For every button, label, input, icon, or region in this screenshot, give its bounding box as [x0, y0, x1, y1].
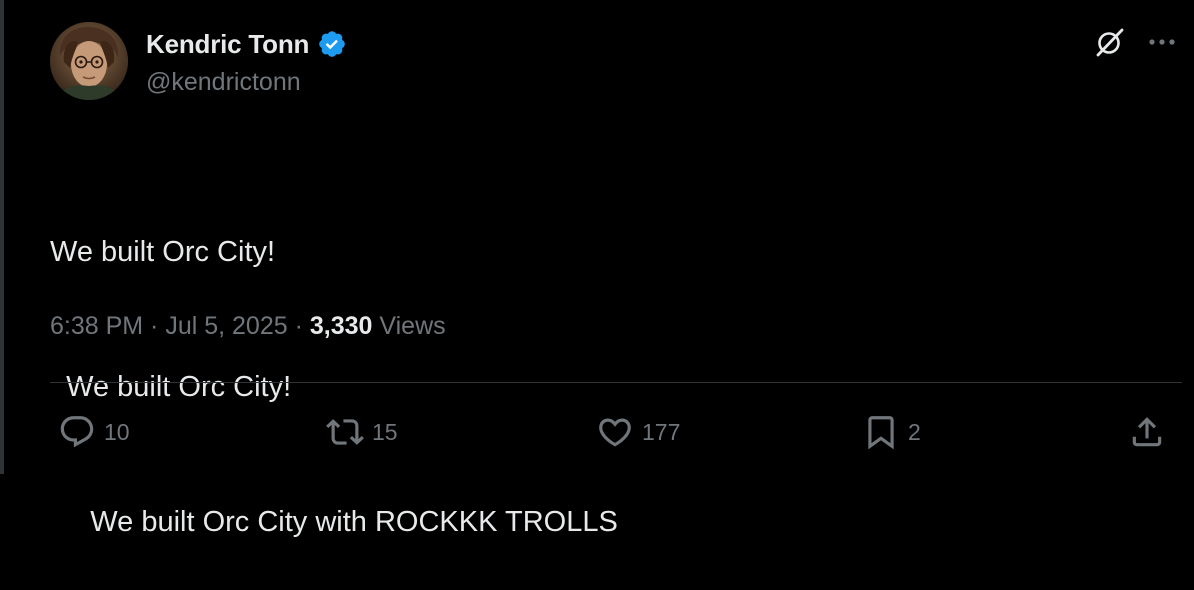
views-count: 3,330	[309, 312, 373, 340]
tweet-text-line: We built Orc City!	[50, 371, 292, 403]
divider	[50, 382, 1182, 383]
heart-icon	[599, 418, 631, 447]
verified-badge-icon[interactable]	[317, 29, 347, 59]
share-button[interactable]	[1128, 412, 1166, 452]
like-count: 177	[642, 418, 681, 445]
tweet-text: We built Orc City! We built Orc City! We…	[50, 140, 618, 590]
views-label: Views	[372, 312, 446, 340]
tweet-date[interactable]: Jul 5, 2025	[165, 312, 287, 341]
meta-separator: ·	[287, 312, 310, 340]
tweet-time[interactable]: 6:38 PM	[50, 312, 143, 341]
reply-count: 10	[104, 418, 130, 445]
author-display-name[interactable]: Kendric Tonn	[146, 29, 309, 60]
avatar-image	[50, 22, 128, 100]
bookmark-count: 2	[908, 418, 921, 445]
tweet-text-line: We built Orc City!	[50, 236, 276, 268]
author-name-row: Kendric Tonn	[146, 28, 347, 60]
bookmark-button[interactable]: 2	[862, 412, 921, 452]
repost-count: 15	[372, 418, 398, 445]
tweet-meta: 6:38 PM · Jul 5, 2025 · 3,330 Views	[50, 312, 446, 341]
reply-button[interactable]: 10	[58, 412, 130, 452]
reply-icon	[60, 416, 94, 448]
more-icon[interactable]	[1144, 28, 1180, 56]
bookmark-icon	[868, 416, 894, 450]
author-handle[interactable]: @kendrictonn	[146, 68, 301, 97]
share-icon	[1132, 417, 1162, 447]
left-border	[0, 0, 4, 474]
grok-icon[interactable]	[1094, 26, 1126, 58]
avatar[interactable]	[50, 22, 128, 100]
tweet-text-line: We built Orc City with ROCKKK TROLLS	[50, 506, 618, 538]
meta-separator: ·	[143, 312, 166, 340]
repost-icon	[326, 419, 364, 445]
repost-button[interactable]: 15	[326, 412, 398, 452]
like-button[interactable]: 177	[596, 412, 680, 452]
